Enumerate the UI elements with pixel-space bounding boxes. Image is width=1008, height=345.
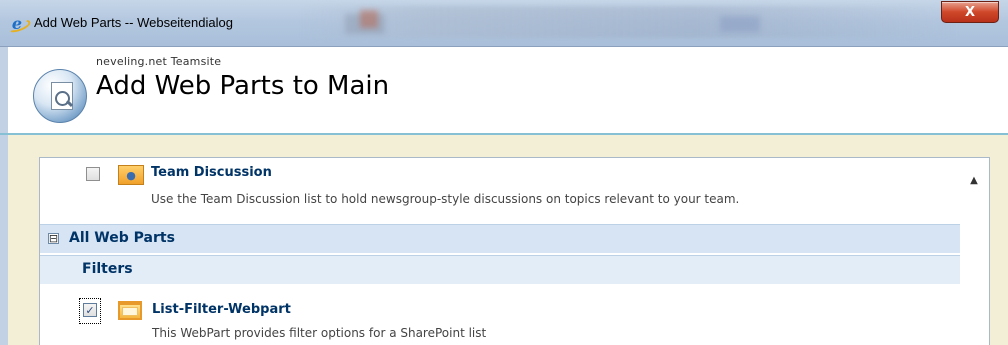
group-filters-label: Filters [82, 261, 133, 277]
list-filter-checkbox[interactable]: ✓ [83, 303, 97, 317]
web-part-window-icon [118, 301, 142, 320]
group-filters[interactable]: Filters [40, 255, 960, 284]
discussion-icon: ● [118, 165, 144, 185]
scroll-up-arrow[interactable]: ▲ [962, 170, 986, 190]
close-button[interactable]: X [941, 1, 999, 23]
team-discussion-title[interactable]: Team Discussion [151, 165, 272, 180]
window-titlebar: e Add Web Parts -- Webseitendialog X [0, 0, 1008, 47]
page-magnifier-icon [51, 82, 73, 110]
team-discussion-checkbox[interactable] [86, 167, 100, 181]
background-blur-c [720, 16, 760, 32]
list-filter-title[interactable]: List-Filter-Webpart [152, 302, 291, 317]
background-blur-b [360, 10, 378, 28]
collapse-icon[interactable]: ⊟ [48, 233, 59, 244]
site-logo-icon [33, 69, 87, 123]
team-discussion-description: Use the Team Discussion list to hold new… [151, 192, 740, 206]
site-name[interactable]: neveling.net Teamsite [96, 55, 221, 68]
group-all-web-parts-label: All Web Parts [69, 230, 175, 246]
list-filter-description: This WebPart provides filter options for… [152, 326, 487, 340]
background-blur [300, 6, 960, 38]
page-title: Add Web Parts to Main [96, 71, 390, 101]
internet-explorer-icon: e [8, 14, 26, 33]
window-title: Add Web Parts -- Webseitendialog [34, 15, 233, 30]
group-all-web-parts[interactable]: ⊟ All Web Parts [40, 224, 960, 253]
